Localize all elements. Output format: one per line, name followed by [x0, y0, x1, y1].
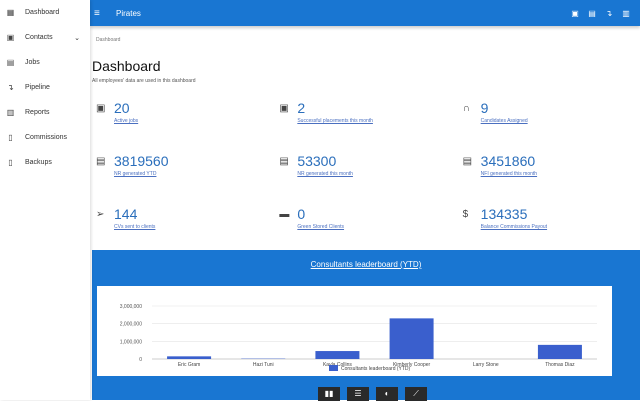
- backups-icon: ▯: [6, 158, 15, 167]
- stat-card: ▤ 53300 NR generated this month: [273, 153, 456, 186]
- main-content: Dashboard Dashboard All employees' data …: [90, 26, 640, 84]
- pie-chart-icon[interactable]: ◐: [376, 387, 398, 401]
- bar[interactable]: [167, 356, 211, 359]
- stat-card: ∩ 9 Candidates Assigned: [457, 100, 640, 133]
- stat-card: ▤ 3451860 NFI generated this month: [457, 153, 640, 186]
- y-tick-label: 1,000,000: [120, 339, 142, 345]
- stat-link[interactable]: Candidates Assigned: [481, 118, 528, 124]
- jobs-icon[interactable]: ▤: [588, 9, 596, 18]
- chevron-down-icon[interactable]: ⌄: [74, 34, 80, 42]
- legend-swatch: [329, 365, 338, 371]
- y-tick-label: 0: [139, 357, 142, 363]
- sidebar-item-jobs[interactable]: ▤ Jobs: [0, 50, 90, 75]
- bar[interactable]: [315, 351, 359, 359]
- page-title: Dashboard: [92, 58, 640, 74]
- bar[interactable]: [538, 345, 582, 359]
- stat-value: 0: [297, 206, 344, 222]
- stat-icon: $: [463, 209, 475, 239]
- stat-card: $134335 Balance Commissions Payout: [457, 206, 640, 239]
- pipeline-icon[interactable]: ↴: [605, 9, 613, 18]
- sidebar-item-label: Jobs: [25, 59, 40, 66]
- sidebar: ▦ Dashboard ▣ Contacts ⌄ ▤ Jobs ↴ Pipeline ▥ Repor…: [0, 0, 90, 400]
- sidebar-item-label: Contacts: [25, 34, 53, 41]
- page-subtitle: All employees' data are used in this das…: [92, 78, 640, 84]
- stat-card: ▣ 2 Successful placements this month: [273, 100, 456, 133]
- stat-card: ➢ 144 CVs sent to clients: [90, 206, 273, 239]
- pipeline-icon: ↴: [6, 83, 15, 92]
- reports-icon[interactable]: ▥: [622, 9, 630, 18]
- sidebar-item-label: Backups: [25, 159, 52, 166]
- stat-icon: ▣: [279, 103, 291, 133]
- stat-card: ▣ 20 Active jobs: [90, 100, 273, 133]
- stat-card: ▤ 3819560 NR generated YTD: [90, 153, 273, 186]
- stat-link[interactable]: NR generated YTD: [114, 171, 169, 177]
- legend-label[interactable]: Consultants leaderboard (YTD): [341, 366, 411, 372]
- stat-value: 2: [297, 100, 373, 116]
- y-tick-label: 2,000,000: [120, 322, 142, 328]
- stat-icon: ▤: [96, 156, 108, 186]
- jobs-icon: ▤: [6, 58, 15, 67]
- sidebar-item-contacts[interactable]: ▣ Contacts ⌄: [0, 25, 90, 50]
- x-tick-label: Hazi Tuni: [253, 362, 274, 368]
- table-icon[interactable]: ☰: [347, 387, 369, 401]
- stat-icon: ▬: [279, 209, 291, 239]
- leaderboard-panel: Consultants leaderboard (YTD) 0 1,000,000…: [92, 250, 640, 400]
- leaderboard-chart: 0 1,000,000 2,000,000 3,000,000 Eric Gram Haz…: [97, 286, 612, 376]
- sidebar-item-label: Reports: [25, 109, 50, 116]
- x-tick-label: Eric Gram: [178, 362, 201, 368]
- stat-icon: ▤: [279, 156, 291, 186]
- stat-card: ▬ 0 Green Stored Clients: [273, 206, 456, 239]
- y-tick-label: 3,000,000: [120, 304, 142, 310]
- stat-value: 9: [481, 100, 528, 116]
- stat-value: 3819560: [114, 153, 169, 169]
- bar[interactable]: [390, 318, 434, 359]
- reports-icon: ▥: [6, 108, 15, 117]
- bar-chart-icon[interactable]: ▮▮: [318, 387, 340, 401]
- sidebar-item-label: Pipeline: [25, 84, 50, 91]
- sidebar-item-reports[interactable]: ▥ Reports: [0, 100, 90, 125]
- stat-link[interactable]: NFI generated this month: [481, 171, 537, 177]
- stat-link[interactable]: CVs sent to clients: [114, 224, 155, 230]
- breadcrumb[interactable]: Dashboard: [96, 37, 640, 43]
- contacts-icon: ▣: [6, 33, 15, 42]
- hamburger-icon[interactable]: ≡: [94, 8, 104, 19]
- stat-icon: ➢: [96, 209, 108, 239]
- commissions-icon: ▯: [6, 133, 15, 142]
- dashboard-icon: ▦: [6, 8, 15, 17]
- stat-value: 144: [114, 206, 155, 222]
- stat-value: 3451860: [481, 153, 537, 169]
- stat-value: 20: [114, 100, 138, 116]
- stat-link[interactable]: Green Stored Clients: [297, 224, 344, 230]
- sidebar-item-commissions[interactable]: ▯ Commissions: [0, 125, 90, 150]
- stat-value: 134335: [481, 206, 547, 222]
- stats-grid: ▣ 20 Active jobs ▣ 2 Successful placements th…: [90, 100, 640, 239]
- stat-icon: ∩: [463, 103, 475, 133]
- contact-card-icon[interactable]: ▣: [571, 9, 579, 18]
- x-tick-label: Thomas Diaz: [545, 362, 575, 368]
- line-chart-icon[interactable]: ⟋: [405, 387, 427, 401]
- sidebar-item-label: Commissions: [25, 134, 67, 141]
- top-bar: ≡ Pirates ▣ ▤ ↴ ▥: [90, 0, 640, 26]
- x-tick-label: Larry Stone: [473, 362, 499, 368]
- sidebar-item-dashboard[interactable]: ▦ Dashboard: [0, 0, 90, 25]
- sidebar-item-pipeline[interactable]: ↴ Pipeline: [0, 75, 90, 100]
- app-title: Pirates: [116, 9, 141, 18]
- stat-link[interactable]: Active jobs: [114, 118, 138, 124]
- stat-link[interactable]: Successful placements this month: [297, 118, 373, 124]
- sidebar-item-label: Dashboard: [25, 9, 59, 16]
- leaderboard-title[interactable]: Consultants leaderboard (YTD): [92, 260, 640, 269]
- sidebar-item-backups[interactable]: ▯ Backups: [0, 150, 90, 175]
- stat-value: 53300: [297, 153, 353, 169]
- stat-link[interactable]: Balance Commissions Payout: [481, 224, 547, 230]
- stat-icon: ▤: [463, 156, 475, 186]
- stat-icon: ▣: [96, 103, 108, 133]
- stat-link[interactable]: NR generated this month: [297, 171, 353, 177]
